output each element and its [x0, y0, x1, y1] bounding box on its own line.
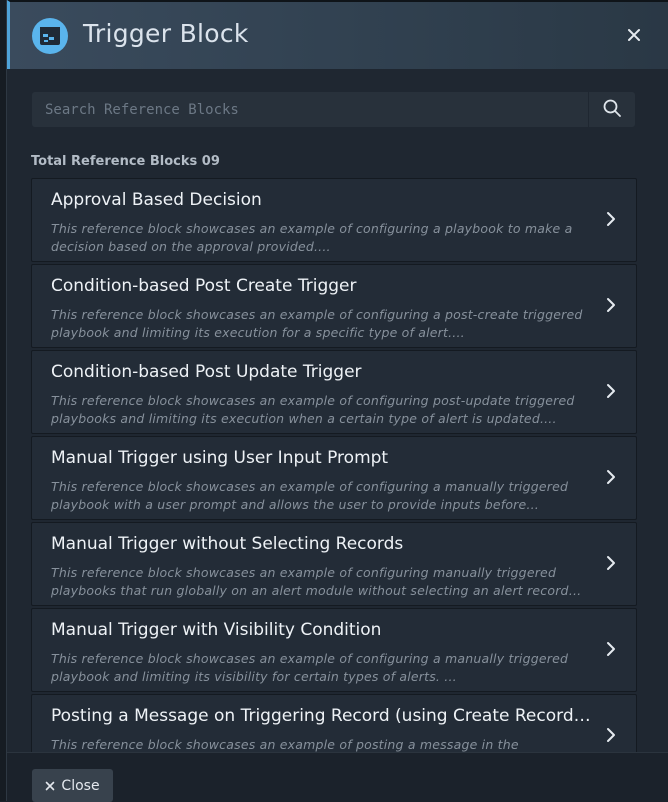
chevron-right-icon [607, 642, 615, 656]
search-input[interactable] [32, 92, 592, 127]
reference-block-description: This reference block showcases an exampl… [51, 307, 583, 340]
reference-block-description: This reference block showcases an exampl… [51, 393, 575, 426]
reference-block-description: This reference block showcases an exampl… [51, 565, 569, 598]
reference-block-title: Approval Based Decision [51, 190, 262, 210]
reference-block-card[interactable]: Posting a Message on Triggering Record (… [31, 694, 637, 752]
reference-block-card[interactable]: Manual Trigger with Visibility Condition… [31, 608, 637, 692]
modal-footer: Close [7, 752, 668, 802]
reference-block-title: Manual Trigger without Selecting Records [51, 534, 404, 554]
reference-block-list[interactable]: Approval Based Decision This reference b… [31, 178, 637, 752]
close-button[interactable]: Close [32, 769, 113, 802]
reference-block-card[interactable]: Condition-based Post Create Trigger This… [31, 264, 637, 348]
reference-block-card[interactable]: Condition-based Post Update Trigger This… [31, 350, 637, 434]
chevron-right-icon [607, 470, 615, 484]
reference-block-card[interactable]: Approval Based Decision This reference b… [31, 178, 637, 262]
reference-block-description: This reference block showcases an exampl… [51, 221, 573, 254]
modal-title: Trigger Block [83, 19, 249, 48]
close-icon [46, 781, 55, 790]
reference-block-description: This reference block showcases an exampl… [51, 651, 569, 684]
reference-block-title: Manual Trigger with Visibility Condition [51, 620, 382, 640]
chevron-right-icon [607, 384, 615, 398]
search-button[interactable] [588, 92, 635, 127]
search-bar [32, 92, 635, 127]
reference-block-description: This reference block showcases an exampl… [51, 737, 519, 752]
search-icon [602, 98, 622, 122]
reference-block-card[interactable]: Manual Trigger without Selecting Records… [31, 522, 637, 606]
modal-header: Trigger Block [7, 0, 668, 69]
trigger-block-modal: Trigger Block Total Reference Blocks 09 … [6, 0, 668, 802]
reference-block-card[interactable]: Manual Trigger using User Input Prompt T… [31, 436, 637, 520]
reference-block-title: Condition-based Post Update Trigger [51, 362, 362, 382]
chevron-right-icon [607, 212, 615, 226]
close-icon[interactable] [625, 26, 643, 44]
playbook-block-icon [32, 18, 68, 54]
close-button-label: Close [61, 777, 100, 794]
chevron-right-icon [607, 298, 615, 312]
reference-block-title: Condition-based Post Create Trigger [51, 276, 357, 296]
reference-block-description: This reference block showcases an exampl… [51, 479, 569, 512]
reference-block-title: Posting a Message on Triggering Record (… [51, 706, 591, 726]
chevron-right-icon [607, 556, 615, 570]
total-reference-blocks: Total Reference Blocks 09 [31, 154, 220, 169]
chevron-right-icon [607, 728, 615, 742]
reference-block-title: Manual Trigger using User Input Prompt [51, 448, 389, 468]
